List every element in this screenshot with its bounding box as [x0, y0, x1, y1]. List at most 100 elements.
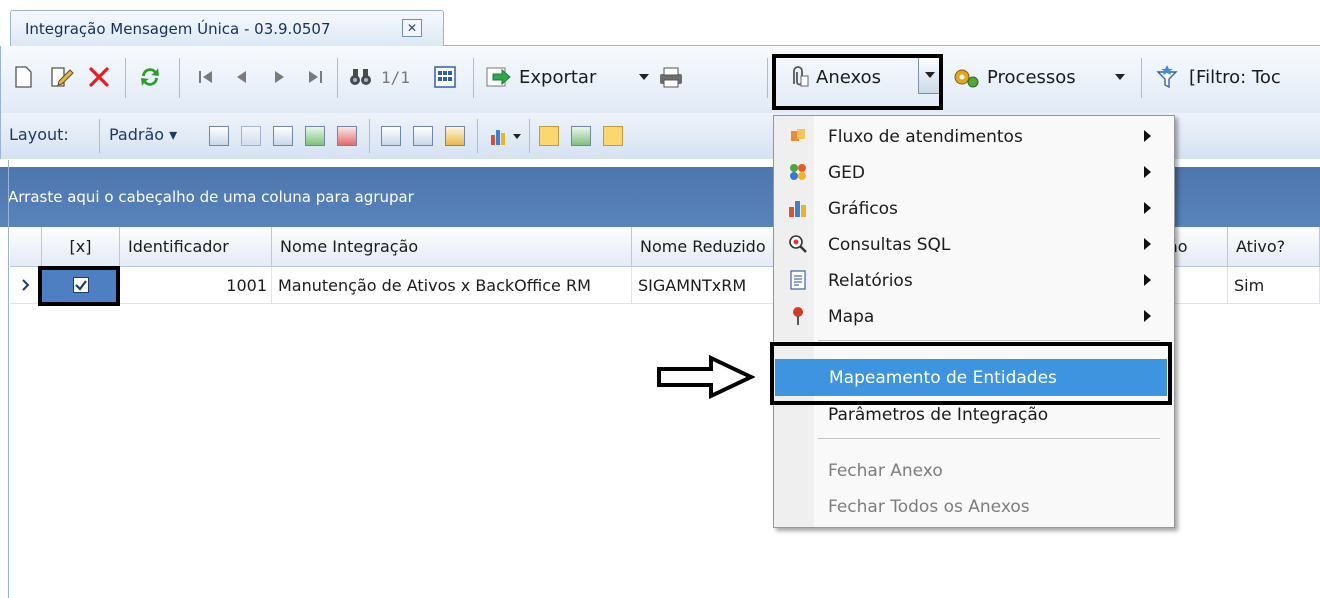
binoculars-icon	[350, 69, 371, 85]
edit-button[interactable]	[49, 62, 75, 92]
export-dropdown[interactable]	[637, 62, 651, 92]
row-indicator-header	[10, 227, 42, 267]
pointer-arrow-icon	[657, 354, 756, 400]
delete-x-icon	[89, 67, 109, 87]
toolbar-separator	[477, 119, 478, 153]
toolbar-separator	[369, 119, 370, 153]
group-by-hint: Arraste aqui o cabeçalho de uma coluna p…	[8, 188, 414, 206]
processos-dropdown[interactable]	[1113, 62, 1127, 92]
processos-button[interactable]: Processos	[951, 62, 1076, 92]
menu-item-relatorios[interactable]: Relatórios	[774, 262, 1174, 299]
menu-item-consultas-sql[interactable]: Consultas SQL	[774, 226, 1174, 263]
select-cell[interactable]	[42, 267, 120, 304]
grid-view-button[interactable]	[433, 62, 457, 92]
submenu-arrow-icon	[1144, 130, 1151, 142]
layout-sum-icon[interactable]	[413, 126, 433, 146]
submenu-arrow-icon	[1144, 274, 1151, 286]
layout-excel-icon[interactable]	[571, 126, 591, 146]
new-document-icon	[15, 66, 32, 88]
delete-button[interactable]	[87, 62, 111, 92]
layout-export-icon[interactable]	[337, 126, 357, 146]
cell-identificador: 1001	[120, 267, 272, 304]
next-record-button[interactable]	[270, 62, 288, 92]
submenu-arrow-icon	[1144, 310, 1151, 322]
paperclip-icon	[793, 66, 809, 87]
anexos-button[interactable]: Anexos	[786, 62, 881, 92]
layout-save-icon[interactable]	[209, 126, 229, 146]
anexos-menu: Fluxo de atendimentos GED Gráficos Consu…	[773, 115, 1175, 528]
layout-grid-icon[interactable]	[273, 126, 293, 146]
gears-icon	[954, 69, 979, 88]
toolbar-separator	[99, 119, 100, 153]
next-record-icon	[275, 71, 284, 83]
column-header-select[interactable]: [x]	[42, 227, 120, 267]
page-indicator: 1/1	[381, 67, 410, 87]
row-indicator	[10, 267, 42, 304]
filter-funnel-icon	[1156, 65, 1178, 89]
column-header-nome-integracao[interactable]: Nome Integração	[272, 227, 632, 267]
layout-delete-icon[interactable]	[241, 126, 261, 146]
main-toolbar: 1/1 Exportar Anexos Processos [Filtro: T…	[0, 46, 1320, 113]
layout-card-icon[interactable]	[603, 126, 623, 146]
layout-chart-icon[interactable]	[489, 125, 523, 147]
refresh-button[interactable]	[136, 62, 164, 92]
anexos-dropdown[interactable]	[918, 56, 942, 94]
export-label: Exportar	[519, 66, 597, 88]
checkbox-checked-icon[interactable]	[72, 277, 89, 293]
cell-nome-integracao: Manutenção de Ativos x BackOffice RM	[272, 267, 632, 304]
flow-icon	[791, 129, 805, 141]
toolbar-separator	[767, 58, 768, 98]
last-record-button[interactable]	[305, 62, 325, 92]
layout-import-icon[interactable]	[305, 126, 325, 146]
layout-preset-dropdown[interactable]: Padrão ▾	[109, 125, 177, 144]
chevron-down-icon	[1115, 74, 1125, 80]
search-button[interactable]	[348, 62, 374, 92]
menu-item-fechar-todos-anexos[interactable]: Fechar Todos os Anexos	[774, 488, 1174, 525]
toolbar-separator	[1141, 58, 1142, 98]
sql-query-icon	[789, 235, 807, 253]
column-header-ativo[interactable]: Ativo?	[1228, 227, 1320, 267]
menu-item-graficos[interactable]: Gráficos	[774, 190, 1174, 227]
menu-item-ged[interactable]: GED	[774, 154, 1174, 191]
menu-separator	[818, 340, 1160, 341]
close-tab-icon[interactable]: ✕	[402, 19, 422, 37]
toolbar-separator	[125, 58, 126, 98]
menu-item-fluxo-atendimentos[interactable]: Fluxo de atendimentos	[774, 118, 1174, 155]
export-button[interactable]: Exportar	[485, 62, 596, 92]
first-record-button[interactable]	[196, 62, 216, 92]
menu-item-fechar-anexo[interactable]: Fechar Anexo	[774, 452, 1174, 489]
document-tab-title: Integração Mensagem Única - 03.9.0507	[25, 19, 331, 38]
chevron-down-icon	[925, 72, 935, 78]
layout-view-icon[interactable]	[539, 126, 559, 146]
filter-label: [Filtro: Toc	[1189, 66, 1281, 88]
column-header-identificador[interactable]: Identificador	[120, 227, 272, 267]
new-button[interactable]	[13, 62, 33, 92]
grid-left-border	[8, 160, 9, 598]
toolbar-separator	[529, 119, 530, 153]
filter-button[interactable]: [Filtro: Toc	[1155, 62, 1281, 92]
cell-nome-reduzido: SIGAMNTxRM	[632, 267, 775, 304]
calendar-grid-icon	[434, 66, 456, 88]
toolbar-separator	[179, 58, 180, 98]
menu-item-mapa[interactable]: Mapa	[774, 298, 1174, 335]
edit-icon	[51, 67, 74, 87]
menu-item-mapeamento-entidades[interactable]: Mapeamento de Entidades	[775, 359, 1167, 396]
ged-icon	[790, 164, 806, 180]
layout-preset-label: Padrão	[109, 125, 165, 144]
layout-columns-icon[interactable]	[381, 126, 401, 146]
layout-format-icon[interactable]	[445, 126, 465, 146]
column-header-nome-reduzido[interactable]: Nome Reduzido	[632, 227, 775, 267]
toolbar-separator	[473, 58, 474, 98]
menu-item-parametros-integracao[interactable]: Parâmetros de Integração	[774, 396, 1174, 433]
current-row-arrow-icon	[21, 279, 29, 291]
document-tab[interactable]: Integração Mensagem Única - 03.9.0507 ✕	[10, 10, 444, 46]
print-button[interactable]	[657, 62, 685, 92]
refresh-icon	[141, 68, 159, 86]
last-record-icon	[309, 71, 322, 83]
report-icon	[790, 270, 806, 290]
toolbar-separator	[337, 58, 338, 98]
printer-icon	[660, 67, 682, 88]
processos-label: Processos	[987, 66, 1076, 88]
submenu-arrow-icon	[1144, 166, 1151, 178]
previous-record-button[interactable]	[233, 62, 251, 92]
